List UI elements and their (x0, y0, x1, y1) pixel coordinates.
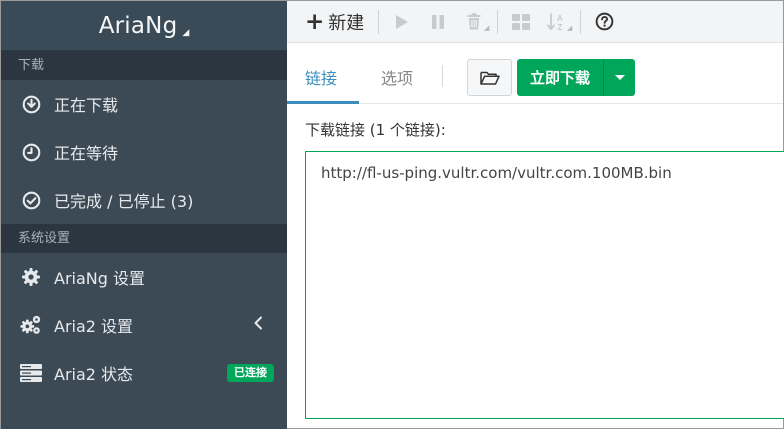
section-header-download: 下载 (1, 51, 287, 80)
main-panel: 链接 选项 立即下载 下载链接 (1 个链接): http://fl-us-pi… (287, 43, 784, 428)
arrow-circle-down-icon (20, 93, 42, 115)
brand-name: AriaNg (98, 12, 178, 39)
download-options-dropdown[interactable] (604, 59, 635, 96)
brand-logo[interactable]: AriaNg ◢ (1, 1, 287, 51)
sidebar: AriaNg ◢ 下载 正在下载 正在等待 已完成 / 已停止 (3) 系统设置 (1, 1, 287, 429)
check-circle-icon (20, 189, 42, 211)
connection-status-badge: 已连接 (227, 364, 274, 382)
tab-options[interactable]: 选项 (381, 65, 413, 89)
toolbar-divider (497, 9, 499, 34)
brand-caret-icon: ◢ (182, 27, 190, 38)
play-icon[interactable] (387, 7, 417, 37)
section-header-settings: 系统设置 (1, 224, 287, 253)
dropdown-caret-icon: ◢ (566, 23, 573, 32)
caret-down-icon (614, 75, 625, 80)
trash-icon[interactable]: ◢ (459, 7, 489, 37)
grid-view-icon[interactable] (506, 7, 536, 37)
toolbar-divider (580, 9, 582, 34)
toolbar-divider (378, 9, 380, 34)
sidebar-item-label: 已完成 / 已停止 (3) (54, 192, 194, 211)
sidebar-item-label: Aria2 状态 (54, 365, 134, 384)
new-task-label: 新建 (328, 12, 365, 34)
sidebar-item-label: Aria2 设置 (54, 317, 134, 336)
plus-icon: + (305, 8, 325, 35)
download-now-button-group: 立即下载 (517, 59, 635, 96)
download-links-textarea[interactable]: http://fl-us-ping.vultr.com/vultr.com.10… (305, 151, 784, 419)
sidebar-item-label: AriaNg 设置 (54, 269, 145, 288)
gears-icon (20, 314, 42, 336)
pause-icon[interactable] (423, 7, 453, 37)
sidebar-item-label: 正在等待 (54, 144, 119, 163)
sidebar-item-aria2-settings[interactable]: Aria2 设置 (1, 301, 287, 349)
sidebar-item-label: 正在下载 (54, 96, 119, 115)
tab-bar: 链接 选项 立即下载 (287, 43, 783, 104)
chevron-left-icon (253, 315, 263, 334)
svg-text:Z: Z (558, 23, 563, 32)
active-tab-indicator (287, 101, 359, 104)
svg-text:A: A (557, 14, 563, 23)
download-now-button[interactable]: 立即下载 (517, 59, 604, 96)
clock-icon (20, 141, 42, 163)
sidebar-item-ariang-settings[interactable]: AriaNg 设置 (1, 253, 287, 301)
sidebar-item-downloading[interactable]: 正在下载 (1, 80, 287, 128)
help-icon[interactable] (589, 7, 619, 37)
new-task-button[interactable]: + 新建 (305, 9, 364, 35)
sidebar-item-stopped[interactable]: 已完成 / 已停止 (3) (1, 176, 287, 224)
sidebar-item-waiting[interactable]: 正在等待 (1, 128, 287, 176)
download-links-label: 下载链接 (1 个链接): (305, 121, 446, 139)
tab-links[interactable]: 链接 (305, 65, 337, 89)
dropdown-caret-icon: ◢ (483, 23, 490, 32)
tab-divider (442, 65, 443, 87)
toolbar: + 新建 ◢ AZ ◢ (287, 1, 783, 43)
folder-open-icon (479, 71, 500, 85)
open-file-button[interactable] (467, 59, 512, 96)
gear-icon (20, 266, 42, 288)
server-icon (20, 362, 42, 384)
sort-alpha-icon[interactable]: AZ ◢ (542, 7, 572, 37)
sidebar-item-aria2-status[interactable]: Aria2 状态 已连接 (1, 349, 287, 397)
